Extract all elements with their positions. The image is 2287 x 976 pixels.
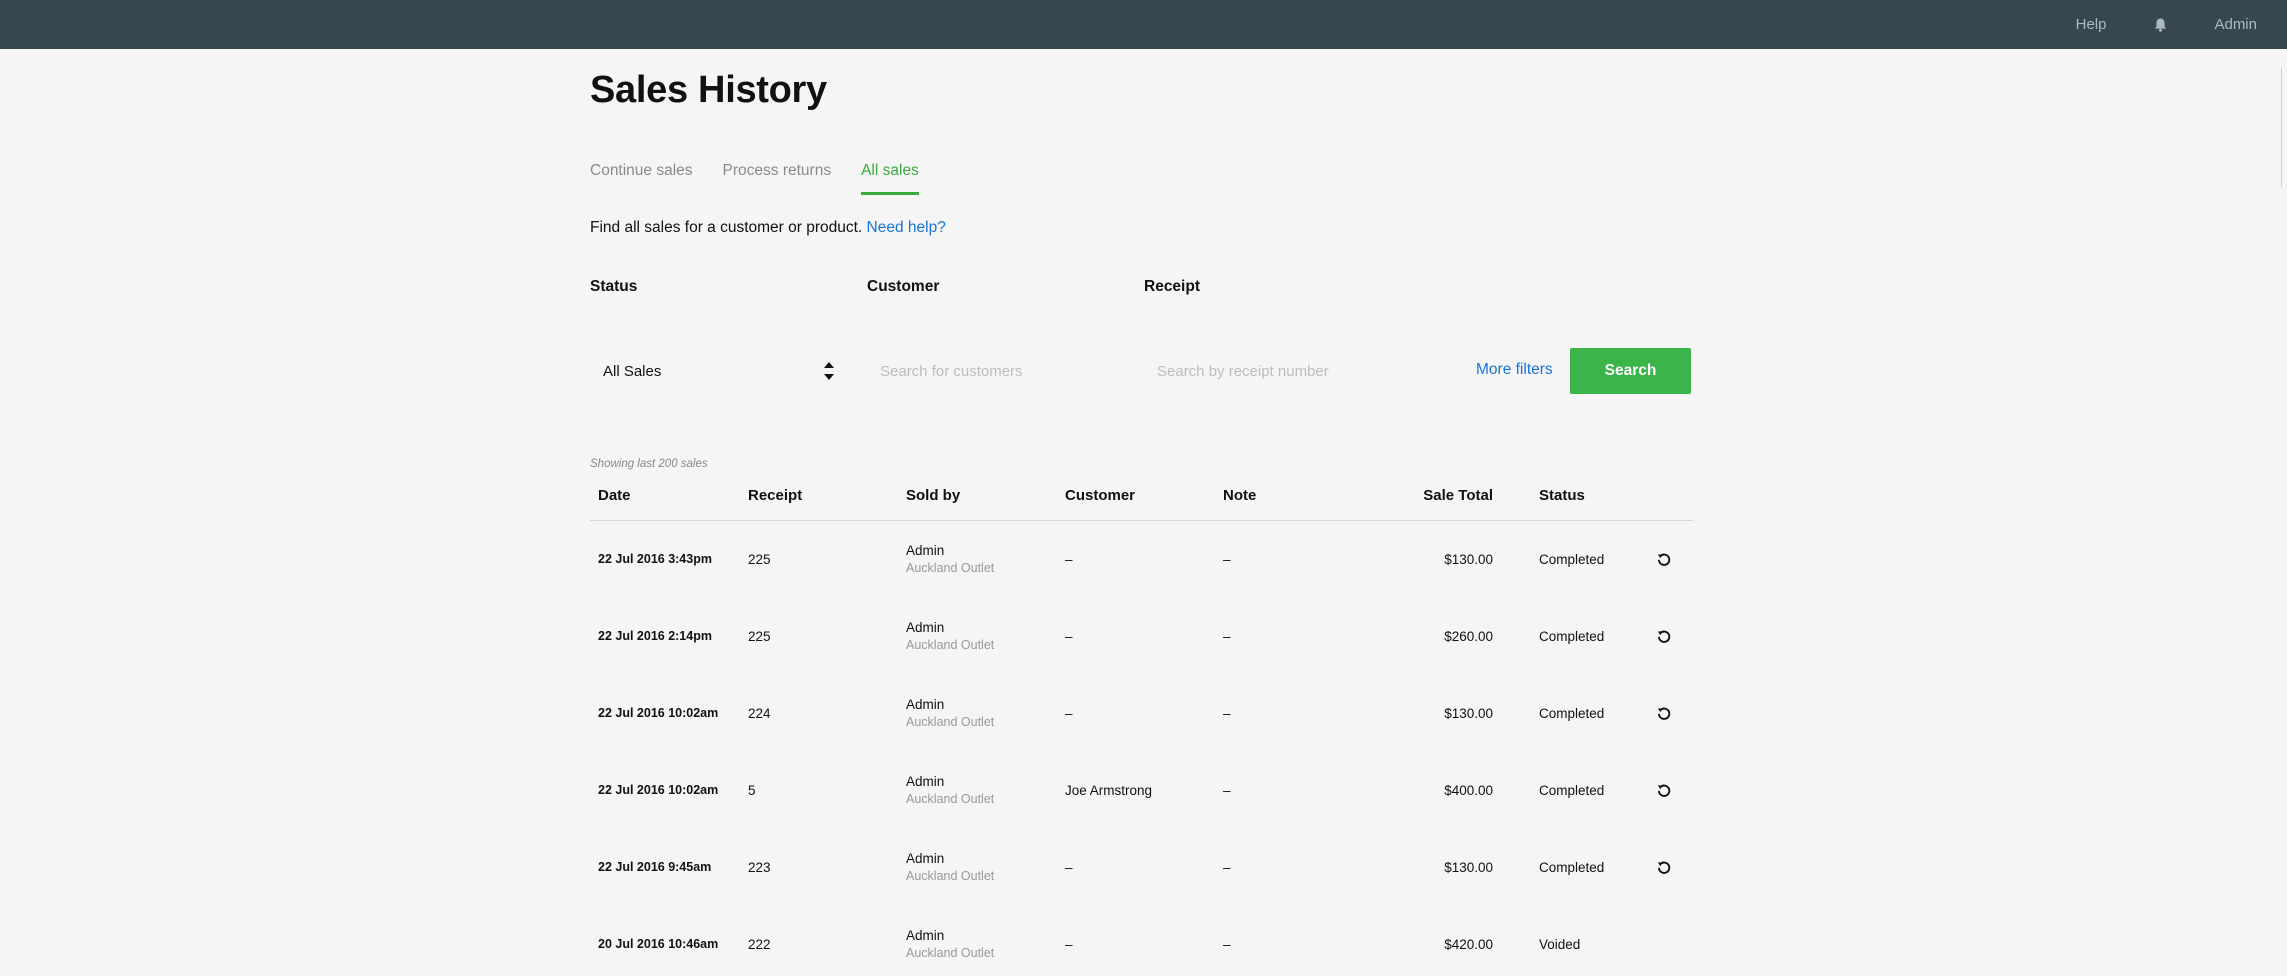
row-receipt: 223 <box>748 860 771 875</box>
row-date: 22 Jul 2016 10:02am <box>598 706 719 720</box>
tab-continue-sales[interactable]: Continue sales <box>590 162 693 195</box>
search-button[interactable]: Search <box>1570 348 1691 394</box>
row-note: – <box>1223 629 1231 644</box>
row-seller: Admin <box>906 774 945 789</box>
row-date: 22 Jul 2016 9:45am <box>598 860 712 874</box>
row-sold-by: Admin Auckland Outlet <box>906 928 994 960</box>
row-sale-total: $420.00 <box>1444 937 1493 952</box>
row-note: – <box>1223 937 1231 952</box>
header-date[interactable]: Date <box>598 487 631 504</box>
row-customer: – <box>1065 860 1073 875</box>
bell-icon[interactable] <box>2152 17 2168 33</box>
row-status: Completed <box>1539 783 1605 798</box>
row-date: 22 Jul 2016 3:43pm <box>598 552 712 566</box>
row-receipt: 224 <box>748 706 771 721</box>
status-select[interactable]: All Sales <box>590 347 836 395</box>
receipt-label: Receipt <box>1144 278 1200 295</box>
header-customer[interactable]: Customer <box>1065 487 1135 504</box>
select-arrows-icon <box>822 359 836 383</box>
row-date: 22 Jul 2016 2:14pm <box>598 629 712 643</box>
header-sale-total[interactable]: Sale Total <box>1373 487 1493 504</box>
row-sold-by: Admin Auckland Outlet <box>906 697 994 729</box>
row-customer: Joe Armstrong <box>1065 783 1153 798</box>
row-customer: – <box>1065 706 1073 721</box>
page-scrollbar[interactable] <box>2277 49 2287 928</box>
row-outlet: Auckland Outlet <box>906 638 995 652</box>
return-sale-icon[interactable] <box>1656 783 1672 799</box>
row-outlet: Auckland Outlet <box>906 792 995 806</box>
tab-all-sales[interactable]: All sales <box>861 162 919 195</box>
intro-text: Find all sales for a customer or product… <box>590 219 946 237</box>
row-status: Completed <box>1539 706 1605 721</box>
row-seller: Admin <box>906 851 945 866</box>
row-sale-total: $130.00 <box>1444 860 1493 875</box>
row-receipt: 225 <box>748 629 771 644</box>
row-sale-total: $400.00 <box>1444 783 1493 798</box>
row-note: – <box>1223 860 1231 875</box>
table-header: Date Receipt Sold by Customer Note Sale … <box>590 469 1693 521</box>
status-select-value: All Sales <box>603 362 662 380</box>
row-status: Voided <box>1539 937 1581 952</box>
customer-label: Customer <box>867 278 940 295</box>
intro-description: Find all sales for a customer or product… <box>590 219 863 236</box>
help-link[interactable]: Help <box>2076 16 2107 33</box>
row-receipt: 5 <box>748 783 756 798</box>
return-sale-icon[interactable] <box>1656 629 1672 645</box>
row-customer: – <box>1065 937 1073 952</box>
scrollbar-thumb[interactable] <box>2281 67 2285 187</box>
table-row[interactable]: 22 Jul 2016 9:45am 223 Admin Auckland Ou… <box>590 829 1693 906</box>
row-seller: Admin <box>906 928 945 943</box>
row-receipt: 222 <box>748 937 771 952</box>
table-row[interactable]: 22 Jul 2016 10:02am 5 Admin Auckland Out… <box>590 752 1693 829</box>
row-note: – <box>1223 706 1231 721</box>
row-status: Completed <box>1539 629 1605 644</box>
return-sale-icon[interactable] <box>1656 706 1672 722</box>
header-receipt[interactable]: Receipt <box>748 487 802 504</box>
customer-search-input[interactable] <box>867 347 1117 395</box>
row-status: Completed <box>1539 552 1605 567</box>
table-row[interactable]: 22 Jul 2016 2:14pm 225 Admin Auckland Ou… <box>590 598 1693 675</box>
row-sale-total: $130.00 <box>1444 552 1493 567</box>
table-body: 22 Jul 2016 3:43pm 225 Admin Auckland Ou… <box>590 521 1693 976</box>
row-sold-by: Admin Auckland Outlet <box>906 774 994 806</box>
row-date: 22 Jul 2016 10:02am <box>598 783 719 797</box>
user-menu[interactable]: Admin <box>2214 16 2257 33</box>
row-seller: Admin <box>906 620 945 635</box>
table-row[interactable]: 22 Jul 2016 10:02am 224 Admin Auckland O… <box>590 675 1693 752</box>
return-sale-icon[interactable] <box>1656 552 1672 568</box>
row-outlet: Auckland Outlet <box>906 869 995 883</box>
row-seller: Admin <box>906 697 945 712</box>
need-help-link[interactable]: Need help? <box>867 219 946 236</box>
row-sold-by: Admin Auckland Outlet <box>906 620 994 652</box>
receipt-search-input[interactable] <box>1144 347 1444 395</box>
tab-process-returns[interactable]: Process returns <box>723 162 832 195</box>
table-row[interactable]: 22 Jul 2016 3:43pm 225 Admin Auckland Ou… <box>590 521 1693 598</box>
status-label: Status <box>590 278 638 295</box>
header-note[interactable]: Note <box>1223 487 1256 504</box>
table-row[interactable]: 20 Jul 2016 10:46am 222 Admin Auckland O… <box>590 906 1693 976</box>
return-sale-icon[interactable] <box>1656 860 1672 876</box>
row-date: 20 Jul 2016 10:46am <box>598 937 719 951</box>
row-customer: – <box>1065 629 1073 644</box>
page-title: Sales History <box>590 69 827 111</box>
sales-tabs: Continue sales Process returns All sales <box>590 162 919 195</box>
row-sale-total: $260.00 <box>1444 629 1493 644</box>
row-outlet: Auckland Outlet <box>906 946 995 960</box>
row-customer: – <box>1065 552 1073 567</box>
header-status[interactable]: Status <box>1539 487 1585 504</box>
sales-table: Date Receipt Sold by Customer Note Sale … <box>590 469 1693 976</box>
row-sold-by: Admin Auckland Outlet <box>906 851 994 883</box>
row-seller: Admin <box>906 543 945 558</box>
row-note: – <box>1223 552 1231 567</box>
row-outlet: Auckland Outlet <box>906 715 995 729</box>
row-sold-by: Admin Auckland Outlet <box>906 543 994 575</box>
row-note: – <box>1223 783 1231 798</box>
more-filters-link[interactable]: More filters <box>1476 361 1553 379</box>
row-receipt: 225 <box>748 552 771 567</box>
row-status: Completed <box>1539 860 1605 875</box>
top-bar: Help Admin <box>0 0 2287 49</box>
header-sold-by[interactable]: Sold by <box>906 487 960 504</box>
row-sale-total: $130.00 <box>1444 706 1493 721</box>
row-outlet: Auckland Outlet <box>906 561 995 575</box>
